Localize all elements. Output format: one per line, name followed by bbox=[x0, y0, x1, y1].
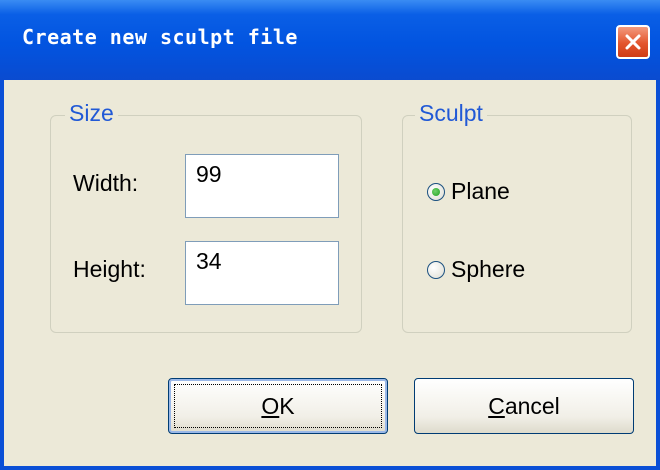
height-input[interactable]: 34 bbox=[185, 241, 339, 305]
radio-plane[interactable]: Plane bbox=[427, 178, 510, 205]
cancel-label-rest: ancel bbox=[504, 392, 560, 419]
sculpt-group: Sculpt Plane Sphere bbox=[402, 100, 632, 333]
cancel-mnemonic: C bbox=[488, 392, 505, 419]
width-label: Width: bbox=[73, 170, 139, 196]
radio-plane-label: Plane bbox=[451, 178, 510, 204]
focus-rectangle bbox=[174, 384, 382, 428]
title-bar[interactable]: Create new sculpt file bbox=[0, 0, 660, 80]
width-input[interactable]: 99 bbox=[185, 154, 339, 218]
close-button[interactable] bbox=[616, 25, 650, 59]
close-icon bbox=[625, 34, 641, 50]
size-group-legend: Size bbox=[65, 100, 118, 127]
sculpt-group-legend: Sculpt bbox=[415, 100, 487, 127]
ok-button[interactable]: OK bbox=[168, 378, 388, 434]
radio-sphere-label: Sphere bbox=[451, 256, 526, 282]
radio-button-unselected[interactable] bbox=[427, 260, 445, 279]
cancel-button-label: Cancel bbox=[488, 393, 560, 420]
radio-sphere[interactable]: Sphere bbox=[427, 256, 525, 283]
dialog-title: Create new sculpt file bbox=[22, 25, 298, 49]
cancel-button[interactable]: Cancel bbox=[414, 378, 634, 434]
radio-dot-icon bbox=[432, 187, 440, 196]
radio-button-selected[interactable] bbox=[427, 182, 445, 201]
height-label: Height: bbox=[73, 256, 146, 282]
size-group: Size Width: 99 Height: 34 bbox=[50, 100, 362, 333]
dialog-window: Create new sculpt file Size Width: 99 He… bbox=[0, 0, 660, 470]
